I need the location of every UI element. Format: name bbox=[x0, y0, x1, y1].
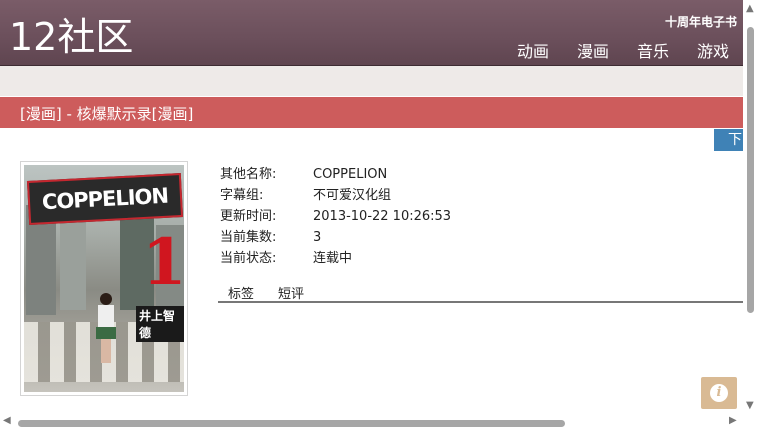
tab-tags[interactable]: 标签 bbox=[228, 283, 254, 302]
nav-manga[interactable]: 漫画 bbox=[577, 38, 609, 62]
scroll-down-icon[interactable]: ▼ bbox=[746, 400, 754, 411]
download-button[interactable]: 下 bbox=[714, 129, 743, 151]
info-row-episodes: 当前集数: 3 bbox=[220, 227, 451, 248]
nav-games[interactable]: 游戏 bbox=[697, 38, 729, 62]
sub-bar bbox=[0, 66, 743, 96]
cover-image[interactable]: COPPELION 1 井上智德 bbox=[20, 161, 188, 396]
info-icon: i bbox=[710, 384, 728, 402]
info-label: 其他名称: bbox=[220, 167, 277, 182]
info-label: 当前状态: bbox=[220, 251, 277, 266]
info-row-updated: 更新时间: 2013-10-22 10:26:53 bbox=[220, 206, 451, 227]
info-value: 3 bbox=[313, 230, 322, 245]
building bbox=[60, 220, 86, 310]
info-row-alt-name: 其他名称: COPPELION bbox=[220, 164, 451, 185]
info-table: 其他名称: COPPELION 字幕组: 不可爱汉化组 更新时间: 2013-1… bbox=[220, 164, 451, 269]
info-row-group: 字幕组: 不可爱汉化组 bbox=[220, 185, 451, 206]
scroll-up-icon[interactable]: ▲ bbox=[746, 3, 754, 14]
scrollbar-corner bbox=[743, 415, 758, 430]
nav-music[interactable]: 音乐 bbox=[637, 38, 669, 62]
content-tabs: 标签 短评 bbox=[218, 283, 743, 303]
cover-art: COPPELION 1 井上智德 bbox=[24, 165, 184, 392]
info-value: COPPELION bbox=[313, 167, 388, 182]
cover-logo-text: COPPELION bbox=[26, 173, 184, 225]
info-label: 字幕组: bbox=[220, 188, 264, 203]
page-title: [漫画] - 核爆默示录[漫画] bbox=[20, 105, 194, 123]
ebook-link[interactable]: 十周年电子书 bbox=[665, 13, 737, 30]
vertical-scrollbar[interactable]: ▲ ▼ bbox=[743, 0, 758, 415]
main-nav: 动画 漫画 音乐 游戏 bbox=[517, 38, 729, 62]
info-value[interactable]: 不可爱汉化组 bbox=[313, 185, 391, 206]
scroll-right-icon[interactable]: ▶ bbox=[729, 415, 737, 426]
tab-reviews[interactable]: 短评 bbox=[278, 283, 304, 302]
character-figure bbox=[94, 293, 118, 363]
scroll-left-icon[interactable]: ◀ bbox=[3, 415, 11, 426]
cover-volume-number: 1 bbox=[142, 225, 184, 300]
site-header: 12社区 十周年电子书 动画 漫画 音乐 游戏 bbox=[0, 0, 743, 66]
horizontal-scroll-thumb[interactable] bbox=[18, 420, 565, 427]
info-label: 当前集数: bbox=[220, 230, 277, 245]
horizontal-scrollbar[interactable]: ◀ ▶ bbox=[0, 415, 743, 430]
info-label: 更新时间: bbox=[220, 209, 277, 224]
vertical-scroll-thumb[interactable] bbox=[747, 27, 754, 313]
nav-anime[interactable]: 动画 bbox=[517, 38, 549, 62]
info-value: 2013-10-22 10:26:53 bbox=[313, 209, 452, 224]
info-row-status: 当前状态: 连载中 bbox=[220, 248, 451, 269]
cover-author: 井上智德 bbox=[136, 306, 184, 342]
title-bar: [漫画] - 核爆默示录[漫画] bbox=[0, 97, 743, 128]
info-value: 连载中 bbox=[313, 251, 353, 266]
info-button[interactable]: i bbox=[701, 377, 737, 409]
site-logo[interactable]: 12社区 bbox=[9, 14, 133, 60]
